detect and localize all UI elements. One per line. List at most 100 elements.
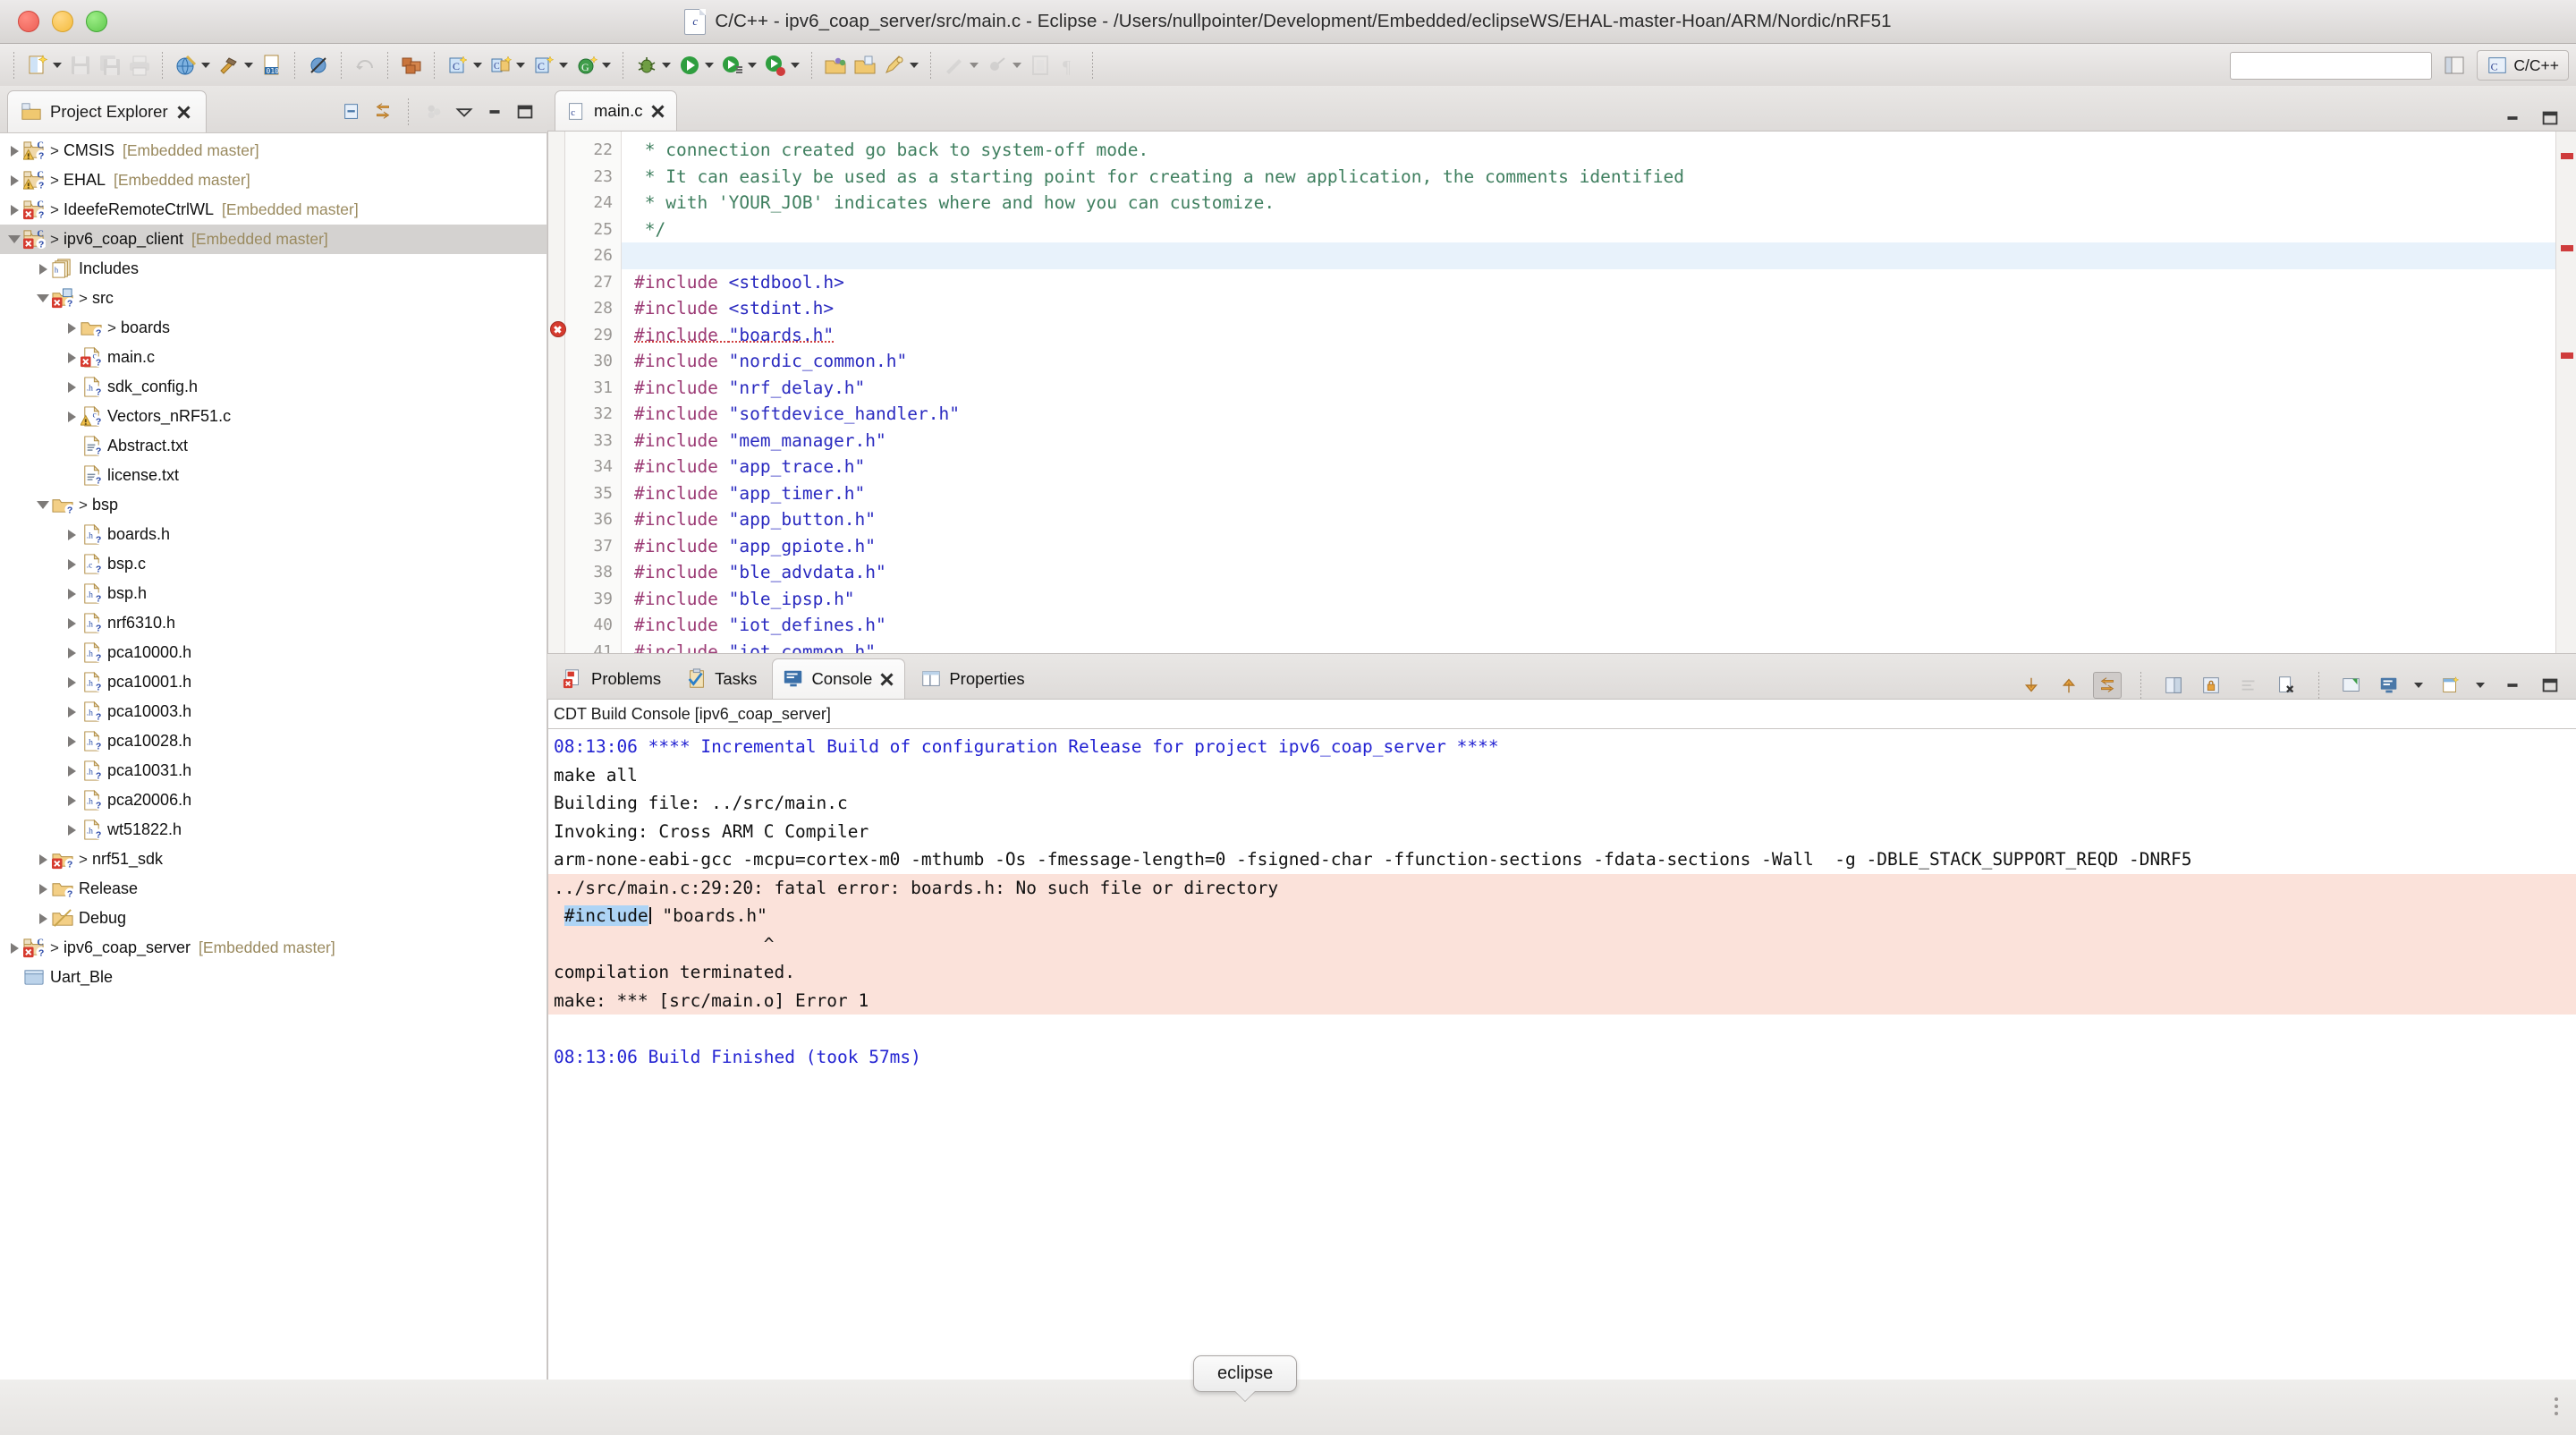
console-line[interactable]: Invoking: Cross ARM C Compiler [548, 818, 2576, 846]
code-editor[interactable]: 22 23 24 25 26 27 28 29 30 31 32 33 34 35 36 37 38 39 40 41… [547, 131, 2576, 654]
tree-item-ipv6-coap-client[interactable]: C? > ipv6_coap_client [Embedded master] [0, 225, 547, 254]
tree-item-includes[interactable]: h Includes [0, 254, 547, 284]
code-line[interactable]: #include <stdint.h> [622, 295, 2555, 322]
new-class-dropdown-caret[interactable] [602, 63, 611, 68]
run-dropdown-caret[interactable] [705, 63, 714, 68]
tree-item-pca20006-h[interactable]: .h? pca20006.h [0, 785, 547, 815]
console-line[interactable]: #include "boards.h" [548, 902, 2576, 930]
code-line[interactable]: #include "boards.h" [622, 322, 2555, 349]
tree-expand-arrow-icon[interactable] [34, 874, 52, 904]
new-c-folder-icon[interactable]: C [487, 52, 513, 79]
code-line[interactable]: * It can easily be used as a starting po… [622, 164, 2555, 191]
new-file-icon[interactable] [24, 52, 50, 79]
code-line[interactable]: * with 'YOUR_JOB' indicates where and ho… [622, 190, 2555, 217]
zoom-window-button[interactable] [86, 11, 107, 32]
editor-overview-ruler[interactable] [2555, 132, 2576, 653]
search-input[interactable] [2230, 51, 2433, 80]
error-marker-icon[interactable] [550, 321, 566, 337]
build-dropdown-caret[interactable] [244, 63, 253, 68]
maximize-icon[interactable] [512, 99, 538, 124]
new-c-project-dropdown-caret[interactable] [473, 63, 482, 68]
close-icon[interactable] [176, 105, 191, 120]
editor-annotation-ruler[interactable] [548, 132, 566, 653]
console-line[interactable]: ../src/main.c:29:20: fatal error: boards… [548, 873, 2576, 902]
scroll-lock-icon[interactable] [2093, 672, 2122, 699]
display-console-icon[interactable] [2376, 673, 2402, 698]
code-line[interactable]: #include "nordic_common.h" [622, 348, 2555, 375]
search-dropdown-caret[interactable] [910, 63, 919, 68]
tree-item-wt51822-h[interactable]: .h? wt51822.h [0, 815, 547, 845]
tree-expand-arrow-icon[interactable] [63, 549, 80, 579]
code-line[interactable]: #include <stdbool.h> [622, 269, 2555, 296]
tree-item-abstract-txt[interactable]: ? Abstract.txt [0, 431, 547, 461]
new-file-dropdown-caret[interactable] [53, 63, 62, 68]
close-window-button[interactable] [18, 11, 39, 32]
console-line[interactable]: 08:13:06 Build Finished (took 57ms) [548, 1043, 2576, 1072]
maximize-icon[interactable] [2537, 106, 2563, 131]
code-line[interactable]: #include "app_timer.h" [622, 480, 2555, 507]
code-line[interactable]: #include "mem_manager.h" [622, 428, 2555, 454]
minimize-icon[interactable] [481, 99, 508, 124]
console-line[interactable]: make all [548, 761, 2576, 790]
tree-item-nrf6310-h[interactable]: .h? nrf6310.h [0, 608, 547, 638]
tree-expand-arrow-icon[interactable] [63, 726, 80, 756]
tree-item-main-c[interactable]: c? main.c [0, 343, 547, 372]
new-class-icon[interactable]: G [573, 52, 599, 79]
tree-item-bsp[interactable]: ? > bsp [0, 490, 547, 520]
code-line[interactable]: #include "app_button.h" [622, 506, 2555, 533]
perspective-switcher-cpp[interactable]: C C/C++ [2477, 50, 2569, 81]
tab-project-explorer[interactable]: Project Explorer [7, 90, 207, 132]
new-c-folder-dropdown-caret[interactable] [516, 63, 525, 68]
tree-item-ehal[interactable]: C? > EHAL [Embedded master] [0, 166, 547, 195]
tree-item-sdk-config-h[interactable]: .h? sdk_config.h [0, 372, 547, 402]
tree-item-pca10031-h[interactable]: .h? pca10031.h [0, 756, 547, 785]
console-line[interactable]: compilation terminated. [548, 958, 2576, 987]
new-console-view-icon[interactable] [2338, 673, 2365, 698]
maximize-icon[interactable] [2537, 673, 2563, 698]
tree-expand-arrow-icon[interactable] [63, 815, 80, 845]
new-c-source-dropdown-caret[interactable] [559, 63, 568, 68]
tree-item-boards-h[interactable]: .h? boards.h [0, 520, 547, 549]
tree-expand-arrow-icon[interactable] [63, 756, 80, 785]
tab-properties[interactable]: Properties [911, 659, 1034, 699]
link-with-editor-icon[interactable] [369, 99, 396, 124]
external-tools-dropdown-caret[interactable] [748, 63, 757, 68]
tree-expand-arrow-icon[interactable] [63, 608, 80, 638]
console-output[interactable]: 08:13:06 **** Incremental Build of confi… [548, 729, 2576, 1434]
scroll-up-icon[interactable] [2055, 673, 2082, 698]
open-console-dropdown-caret[interactable] [2476, 683, 2485, 688]
tree-expand-arrow-icon[interactable] [63, 579, 80, 608]
scroll-down-icon[interactable] [2018, 673, 2045, 698]
resize-grip[interactable] [2555, 1397, 2558, 1415]
tree-item-debug[interactable]: Debug [0, 904, 547, 933]
display-console-dropdown-caret[interactable] [2414, 683, 2423, 688]
code-line[interactable]: #include "app_trace.h" [622, 454, 2555, 480]
external-tools-icon[interactable] [719, 52, 745, 79]
tree-item-bsp-h[interactable]: .h? bsp.h [0, 579, 547, 608]
run-stop-icon[interactable] [762, 52, 788, 79]
tree-item-src[interactable]: ? > src [0, 284, 547, 313]
open-console-icon[interactable] [2437, 673, 2464, 698]
tree-expand-arrow-icon[interactable] [63, 638, 80, 667]
pencil-search-icon[interactable] [881, 52, 907, 79]
tree-item-cmsis[interactable]: C? > CMSIS [Embedded master] [0, 136, 547, 166]
tree-item-boards[interactable]: ? > boards [0, 313, 547, 343]
remove-console-icon[interactable] [2273, 673, 2300, 698]
console-view[interactable]: CDT Build Console [ipv6_coap_server] 08:… [547, 699, 2576, 1435]
tree-item-uart-ble[interactable]: Uart_Ble [0, 963, 547, 992]
open-perspective-icon[interactable] [2441, 52, 2468, 79]
close-icon[interactable] [650, 104, 665, 119]
console-line[interactable]: 08:13:06 **** Incremental Build of confi… [548, 733, 2576, 761]
pin-console-icon[interactable] [2160, 673, 2187, 698]
tree-item-pca10028-h[interactable]: .h? pca10028.h [0, 726, 547, 756]
tree-expand-arrow-icon[interactable] [63, 313, 80, 343]
open-resource-icon[interactable] [852, 52, 877, 79]
new-c-project-icon[interactable]: C [445, 52, 470, 79]
tree-expand-arrow-icon[interactable] [5, 136, 23, 166]
console-line[interactable]: make: *** [src/main.o] Error 1 [548, 986, 2576, 1015]
code-line[interactable]: #include "ble_ipsp.h" [622, 586, 2555, 613]
tree-expand-arrow-icon[interactable] [63, 343, 80, 372]
tab-tasks[interactable]: Tasks [676, 659, 767, 699]
tree-expand-arrow-icon[interactable] [63, 697, 80, 726]
run-green-icon[interactable] [676, 52, 702, 79]
